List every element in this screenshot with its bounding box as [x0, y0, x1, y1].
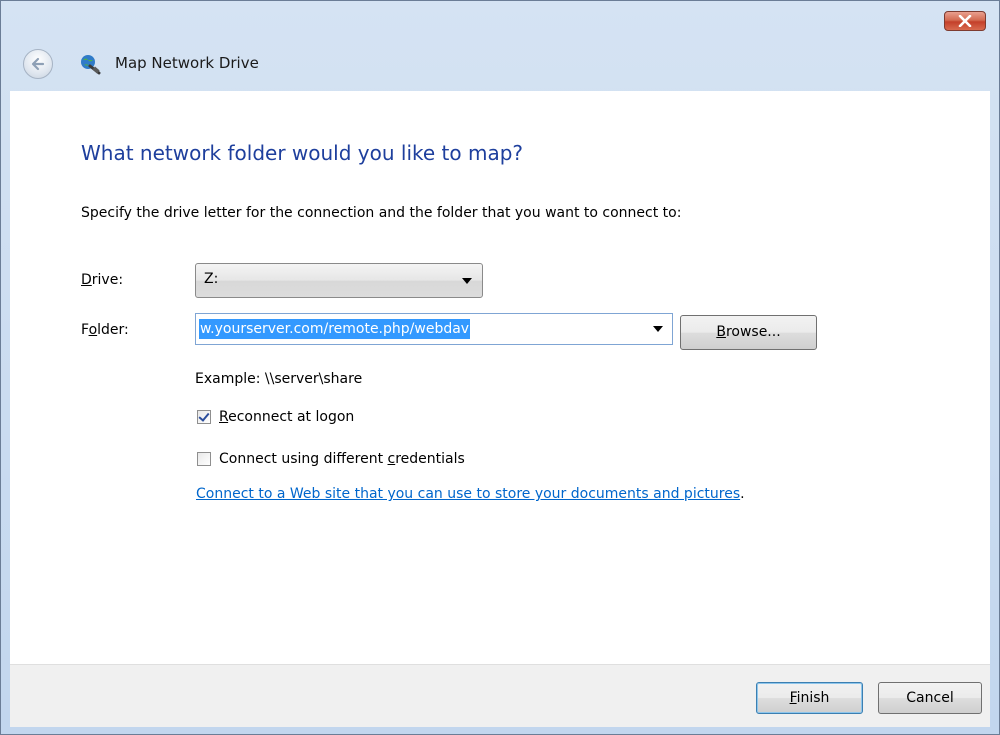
browse-accelerator: B [716, 324, 726, 340]
reconnect-accelerator: R [219, 409, 229, 425]
drive-label-text: rive: [91, 272, 124, 288]
folder-input[interactable]: w.yourserver.com/remote.php/webdav [195, 313, 673, 345]
finish-accelerator: F [789, 690, 797, 706]
reconnect-label: Reconnect at logon [219, 409, 354, 425]
wizard-content: What network folder would you like to ma… [10, 91, 990, 664]
drive-label-accelerator: D [81, 272, 92, 288]
browse-label: rowse... [725, 324, 781, 340]
cancel-button[interactable]: Cancel [878, 682, 982, 714]
close-button[interactable] [944, 11, 986, 31]
instruction-text: Specify the drive letter for the connect… [81, 205, 682, 221]
credentials-label: Connect using different credentials [219, 451, 465, 467]
folder-label: Folder: [81, 322, 129, 338]
drive-select[interactable]: Z: [195, 263, 483, 298]
back-arrow-icon [31, 57, 45, 71]
reconnect-option[interactable]: Reconnect at logon [197, 407, 354, 427]
web-site-link[interactable]: Connect to a Web site that you can use t… [196, 486, 740, 502]
close-icon [958, 15, 972, 27]
credentials-label-end: redentials [395, 451, 465, 467]
folder-label-end: lder: [97, 322, 129, 338]
finish-label: inish [796, 690, 830, 706]
credentials-checkbox[interactable] [197, 452, 211, 466]
page-heading: What network folder would you like to ma… [81, 141, 524, 165]
network-drive-icon [81, 55, 101, 75]
link-suffix: . [740, 486, 745, 502]
folder-input-value[interactable]: w.yourserver.com/remote.php/webdav [199, 319, 471, 339]
credentials-option[interactable]: Connect using different credentials [197, 449, 465, 469]
browse-button[interactable]: Browse... [680, 315, 817, 350]
finish-button[interactable]: Finish [756, 682, 863, 714]
chevron-down-icon [462, 278, 472, 284]
web-site-link-row: Connect to a Web site that you can use t… [196, 486, 745, 502]
map-network-drive-window: Map Network Drive What network folder wo… [0, 0, 1000, 735]
wizard-header: Map Network Drive [1, 45, 999, 91]
folder-label-start: F [81, 322, 89, 338]
wizard-title: Map Network Drive [115, 54, 259, 72]
credentials-label-start: Connect using different [219, 451, 388, 467]
reconnect-checkbox[interactable] [197, 410, 211, 424]
drive-label: Drive: [81, 272, 123, 288]
reconnect-label-text: econnect at logon [228, 409, 355, 425]
example-text: Example: \\server\share [195, 371, 363, 387]
drive-value: Z: [204, 271, 219, 287]
button-bar: Finish Cancel [10, 664, 990, 727]
folder-label-accelerator: o [88, 322, 98, 338]
folder-dropdown-button[interactable] [648, 316, 668, 342]
back-button[interactable] [23, 49, 53, 79]
title-bar [1, 1, 999, 45]
